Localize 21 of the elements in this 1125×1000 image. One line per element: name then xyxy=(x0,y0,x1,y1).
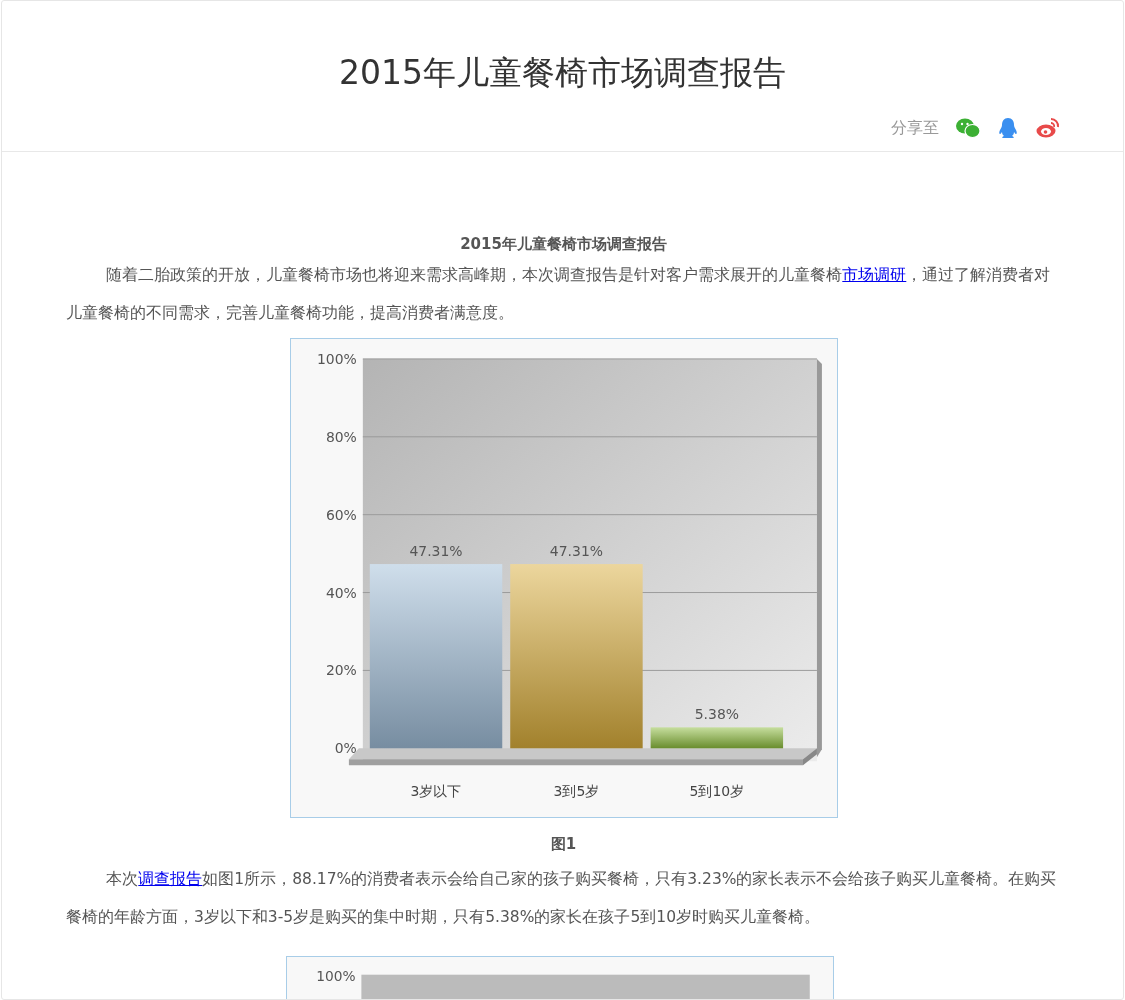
value-label: 5.38% xyxy=(694,706,739,723)
axis-tick-label: 100% xyxy=(316,350,357,367)
axis-tick-label: 60% xyxy=(325,506,357,523)
axis-tick-label: 40% xyxy=(325,584,357,601)
value-label: 47.31% xyxy=(549,543,603,560)
axis-tick-label: 100% xyxy=(315,967,355,984)
text-link[interactable]: 调查报告 xyxy=(138,870,203,888)
paragraph: 随着二胎政策的开放，儿童餐椅市场也将迎来需求高峰期，本次调查报告是针对客户需求展开的儿童餐椅市场调研，通过了解消费者对儿童餐椅的不同需求，完善儿童餐椅功能，提高消费者满意度。 xyxy=(66,265,1052,324)
share-label: 分享至 xyxy=(891,117,939,139)
axis-tick-label: 80% xyxy=(325,428,357,445)
paragraph: 本次调查报告如图1所示，88.17%的消费者表示会给自己家的孩子购买餐椅，只有3.23%的家长表示不会给孩子购买儿童餐椅。在购买餐椅的年龄方面，3岁以下和3-5岁是购买的集中时期，只有5.38%的家长在孩子5到10岁时购买儿童餐椅。 xyxy=(66,869,1058,928)
category-label: 5到10岁 xyxy=(689,783,744,800)
axis-tick-label: 0% xyxy=(334,740,357,757)
axis-tick-label: 20% xyxy=(325,662,357,679)
category-label: 3到5岁 xyxy=(553,783,599,800)
figure-caption: 图1 xyxy=(549,834,578,855)
value-label: 47.31% xyxy=(408,543,463,560)
page-title: 2015年儿童餐椅市场调查报告 xyxy=(338,52,787,94)
article-subtitle: 2015年儿童餐椅市场调查报告 xyxy=(459,234,668,255)
text-link[interactable]: 市场调研 xyxy=(842,266,907,284)
category-label: 3岁以下 xyxy=(410,783,461,800)
